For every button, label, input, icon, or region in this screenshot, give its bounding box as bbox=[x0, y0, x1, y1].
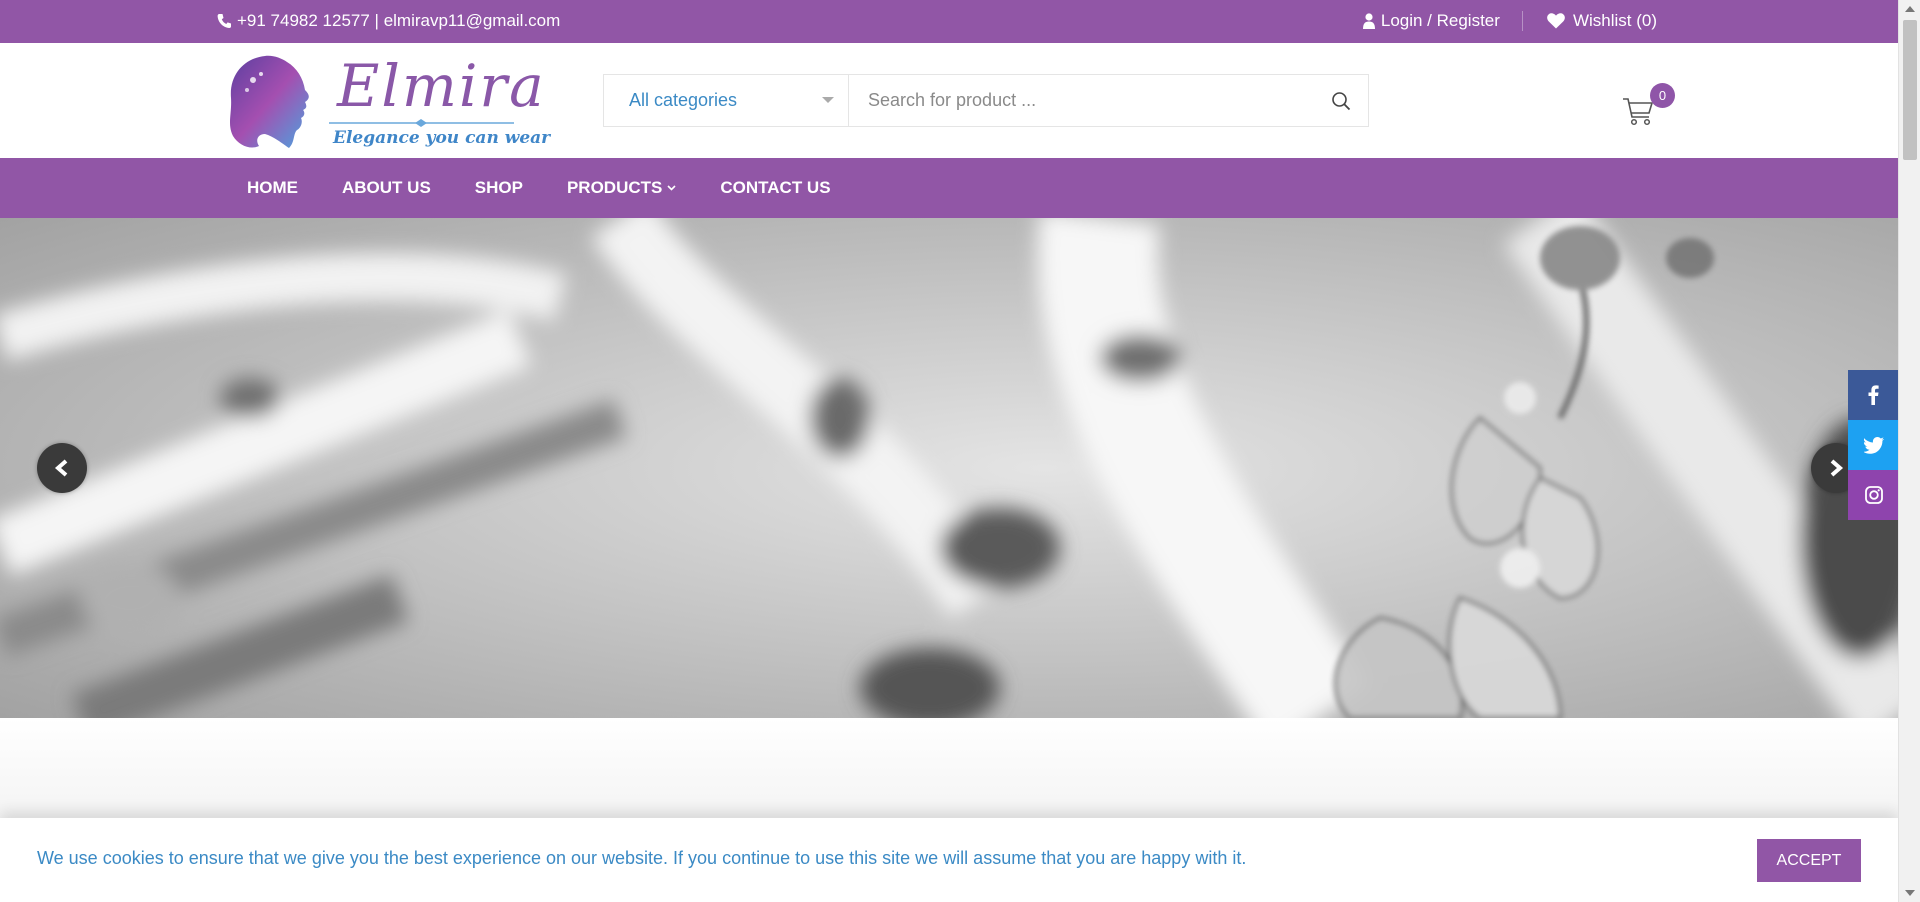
nav-item-label: ABOUT US bbox=[342, 178, 431, 197]
nav-item-shop[interactable]: SHOP bbox=[453, 158, 545, 218]
nav-item-label: PRODUCTS bbox=[566, 178, 663, 197]
instagram-icon bbox=[1864, 486, 1883, 504]
content-area bbox=[0, 718, 1898, 818]
top-bar: +91 74982 12577 | elmiravp11@gmail.com L… bbox=[0, 0, 1898, 43]
nav-item-contact-us[interactable]: CONTACT US bbox=[698, 158, 852, 218]
logo-silhouette-icon bbox=[229, 55, 309, 148]
page-scrollbar[interactable] bbox=[1898, 0, 1920, 902]
cart-icon bbox=[1623, 98, 1654, 126]
chevron-down-icon bbox=[667, 185, 676, 191]
search-icon bbox=[1332, 91, 1351, 110]
heart-icon bbox=[1547, 13, 1565, 29]
nav-item-label: SHOP bbox=[474, 178, 523, 197]
phone-icon bbox=[217, 13, 231, 29]
category-select[interactable]: All categories bbox=[604, 75, 849, 126]
scroll-up-icon[interactable] bbox=[1905, 6, 1915, 12]
product-search: All categories bbox=[603, 74, 1369, 127]
login-label: Login / Register bbox=[1380, 11, 1500, 30]
search-button[interactable] bbox=[1314, 75, 1368, 126]
hero-slider bbox=[0, 218, 1898, 718]
wishlist-label: Wishlist (0) bbox=[1572, 11, 1657, 30]
search-input[interactable] bbox=[849, 75, 1314, 126]
twitter-link[interactable] bbox=[1848, 420, 1899, 470]
login-link[interactable]: Login / Register bbox=[1362, 11, 1523, 31]
scroll-down-icon[interactable] bbox=[1905, 890, 1915, 896]
contact-info: +91 74982 12577 | elmiravp11@gmail.com bbox=[217, 11, 560, 31]
facebook-link[interactable] bbox=[1848, 370, 1899, 420]
instagram-link[interactable] bbox=[1848, 470, 1899, 520]
nav-item-label: HOME bbox=[247, 178, 298, 197]
hero-jewelry-image bbox=[0, 218, 1898, 718]
cart-button[interactable]: 0 bbox=[1620, 83, 1676, 133]
chevron-right-icon bbox=[1830, 459, 1844, 477]
twitter-icon bbox=[1863, 436, 1884, 454]
category-select-value: All categories bbox=[629, 90, 738, 110]
nav-item-products[interactable]: PRODUCTS bbox=[545, 158, 698, 218]
chevron-left-icon bbox=[54, 459, 68, 477]
site-header: Elmira Elegance you can wear All categor… bbox=[0, 43, 1898, 158]
account-links: Login / Register Wishlist (0) bbox=[1362, 11, 1657, 31]
cookie-message: We use cookies to ensure that we give yo… bbox=[37, 848, 1247, 868]
user-icon bbox=[1362, 13, 1375, 29]
logo-divider-icon bbox=[329, 119, 514, 127]
main-nav: HOME ABOUT US SHOP PRODUCTS CONTACT US bbox=[0, 158, 1898, 218]
contact-text[interactable]: +91 74982 12577 | elmiravp11@gmail.com bbox=[237, 11, 560, 31]
nav-item-about-us[interactable]: ABOUT US bbox=[320, 158, 453, 218]
nav-item-label: CONTACT US bbox=[720, 178, 831, 197]
nav-item-home[interactable]: HOME bbox=[225, 158, 320, 218]
page: +91 74982 12577 | elmiravp11@gmail.com L… bbox=[0, 0, 1920, 902]
facebook-icon bbox=[1868, 385, 1879, 405]
logo-tagline: Elegance you can wear bbox=[333, 128, 551, 148]
cart-count-badge: 0 bbox=[1650, 83, 1675, 108]
logo-brand: Elmira bbox=[337, 52, 546, 120]
scrollbar-thumb[interactable] bbox=[1903, 20, 1917, 160]
social-share-bar bbox=[1848, 370, 1899, 520]
chevron-down-icon bbox=[822, 97, 834, 103]
accept-cookies-button[interactable]: ACCEPT bbox=[1757, 839, 1861, 882]
site-logo[interactable]: Elmira Elegance you can wear bbox=[225, 50, 550, 156]
cookie-notice: We use cookies to ensure that we give yo… bbox=[0, 818, 1898, 902]
slider-prev-button[interactable] bbox=[37, 443, 87, 493]
wishlist-link[interactable]: Wishlist (0) bbox=[1523, 11, 1657, 31]
